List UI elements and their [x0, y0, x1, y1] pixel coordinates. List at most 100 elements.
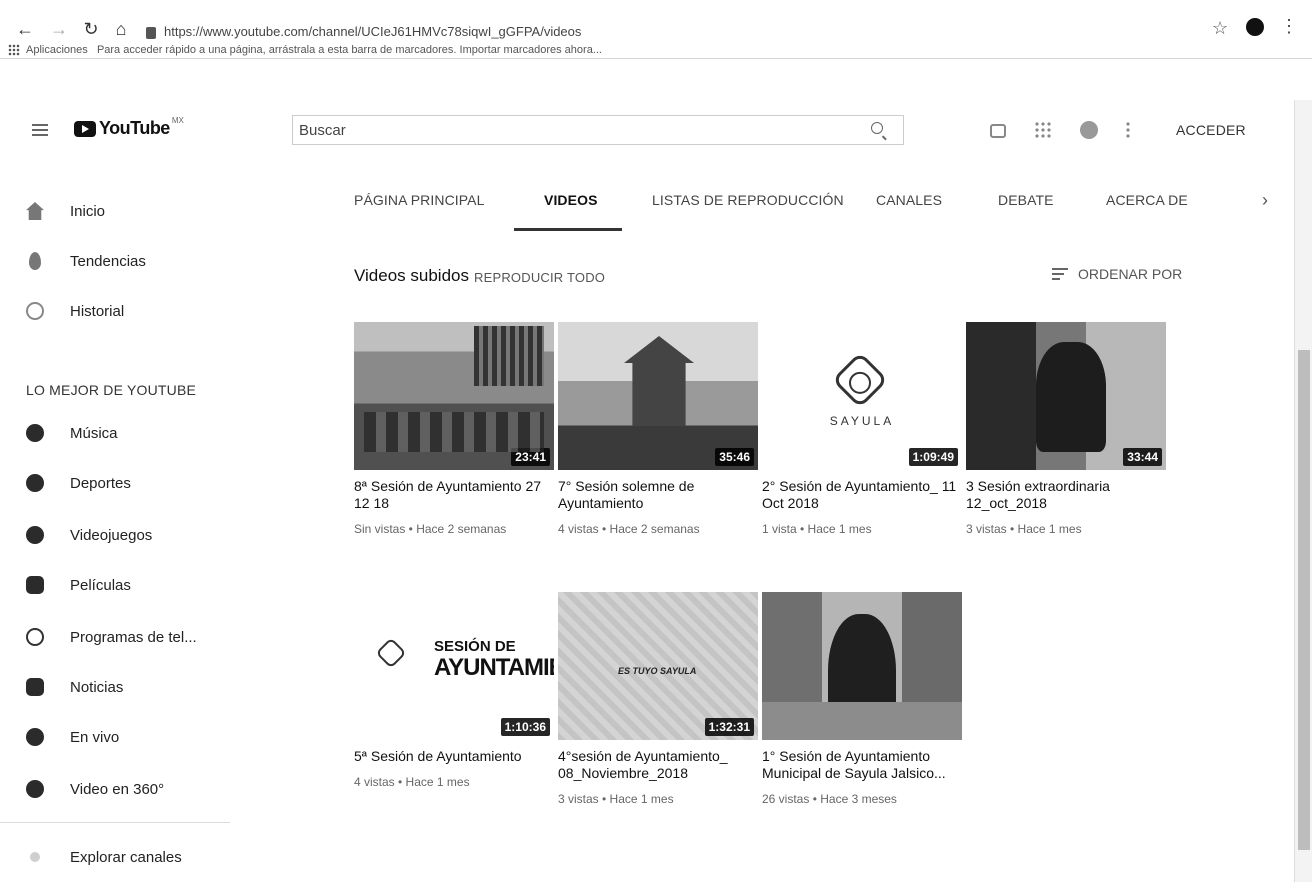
tab-about[interactable]: ACERCA DE — [1106, 192, 1188, 208]
upload-video-icon[interactable] — [990, 124, 1006, 138]
video-title[interactable]: 7° Sesión solemne de Ayuntamiento — [558, 478, 758, 512]
apps-icon[interactable] — [1034, 121, 1052, 139]
scrollbar-thumb[interactable] — [1298, 350, 1310, 850]
address-bar[interactable]: https://www.youtube.com/channel/UCIeJ61H… — [146, 20, 746, 44]
video-thumbnail[interactable]: 37:27 — [762, 592, 962, 740]
live-icon — [26, 728, 44, 746]
sidebar-item-live[interactable]: En vivo — [26, 720, 119, 754]
tab-discussion[interactable]: DEBATE — [998, 192, 1054, 208]
thumbnail-text: SAYULA — [829, 414, 895, 428]
sidebar-item-home[interactable]: Inicio — [26, 194, 105, 228]
video-title[interactable]: 2° Sesión de Ayuntamiento_ 11 Oct 2018 — [762, 478, 962, 512]
video-duration: 1:09:49 — [908, 448, 958, 466]
profile-avatar[interactable] — [1246, 18, 1264, 36]
video-title[interactable]: 4°sesión de Ayuntamiento_ 08_Noviembre_2… — [558, 748, 758, 782]
youtube-logo[interactable]: YouTube MX — [74, 116, 184, 139]
explore-icon — [30, 852, 40, 862]
video-thumbnail[interactable]: ES TUYO SAYULA 1:32:31 — [558, 592, 758, 740]
signin-button[interactable]: ACCEDER — [1176, 122, 1246, 138]
video-card[interactable]: 23:41 8ª Sesión de Ayuntamiento 27 12 18… — [354, 322, 554, 536]
bookmarks-hint: Para acceder rápido a una página, arrást… — [96, 44, 602, 56]
bookmark-star-icon[interactable]: ☆ — [1212, 18, 1228, 39]
video-title[interactable]: 5ª Sesión de Ayuntamiento — [354, 748, 554, 765]
video-card[interactable]: 33:44 3 Sesión extraordinaria 12_oct_201… — [966, 322, 1166, 536]
address-url: https://www.youtube.com/channel/UCIeJ61H… — [164, 24, 582, 39]
play-all-button[interactable]: REPRODUCIR TODO — [474, 270, 605, 285]
best-of-youtube-heading: LO MEJOR DE YOUTUBE — [26, 382, 197, 398]
video-duration: 1:10:36 — [500, 718, 550, 736]
video-card[interactable]: SAYULA 1:09:49 2° Sesión de Ayuntamiento… — [762, 322, 962, 536]
sidebar-item-news[interactable]: Noticias — [26, 670, 123, 704]
video-thumbnail[interactable]: 23:41 — [354, 322, 554, 470]
sidebar-item-label: En vivo — [70, 728, 120, 746]
sidebar-item-music[interactable]: Música — [26, 416, 118, 450]
section-title: Videos subidos — [354, 266, 469, 285]
tab-channels[interactable]: CANALES — [876, 192, 942, 208]
video-card[interactable]: 35:46 7° Sesión solemne de Ayuntamiento … — [558, 322, 758, 536]
sort-label: ORDENAR POR — [1078, 266, 1183, 282]
video-title[interactable]: 1° Sesión de Ayuntamiento Municipal de S… — [762, 748, 962, 782]
sidebar-item-history[interactable]: Historial — [26, 294, 124, 328]
sidebar-item-360[interactable]: Video en 360° — [26, 772, 164, 806]
video-thumbnail[interactable]: SESIÓN DE AYUNTAMIENTO 1:10:36 — [354, 592, 554, 740]
sidebar-item-gaming[interactable]: Videojuegos — [26, 518, 152, 552]
sort-button[interactable]: ORDENAR POR — [1052, 266, 1182, 282]
video-thumbnail[interactable]: 33:44 — [966, 322, 1166, 470]
sidebar-item-explore-channels[interactable]: Explorar canales — [26, 840, 182, 874]
video-title[interactable]: 8ª Sesión de Ayuntamiento 27 12 18 — [354, 478, 554, 512]
youtube-masthead: YouTube MX ACCEDER — [0, 100, 1312, 160]
video-thumbnail[interactable]: 35:46 — [558, 322, 758, 470]
tab-playlists[interactable]: LISTAS DE REPRODUCCIÓN — [652, 192, 844, 208]
sidebar-item-movies[interactable]: Películas — [26, 568, 131, 602]
guide-menu-icon[interactable] — [32, 124, 48, 136]
back-icon[interactable]: ← — [14, 18, 36, 40]
sidebar-item-tv[interactable]: Programas de tel... — [26, 620, 197, 654]
logo-region: MX — [171, 116, 184, 125]
tab-videos[interactable]: VIDEOS — [544, 192, 598, 208]
settings-dots-icon[interactable] — [1126, 121, 1130, 139]
home-icon — [26, 202, 44, 220]
bookmarks-apps-link[interactable]: Aplicaciones — [26, 44, 88, 56]
tv-icon — [26, 628, 44, 646]
video-duration: 23:41 — [511, 448, 550, 466]
sidebar-item-label: Programas de tel... — [70, 628, 197, 646]
sidebar-item-trending[interactable]: Tendencias — [26, 244, 146, 278]
video-card[interactable]: SESIÓN DE AYUNTAMIENTO 1:10:36 5ª Sesión… — [354, 592, 554, 789]
sidebar-item-label: Noticias — [70, 678, 124, 696]
sidebar-item-label: Historial — [70, 302, 125, 320]
thumbnail-text: AYUNTAMIENTO — [434, 654, 554, 681]
messages-icon[interactable] — [1080, 121, 1098, 139]
trending-icon — [29, 252, 41, 270]
forward-icon[interactable]: → — [48, 18, 70, 40]
video-duration: 35:46 — [715, 448, 754, 466]
video-duration: 1:32:31 — [704, 718, 754, 736]
sidebar-item-label: Video en 360° — [70, 780, 165, 798]
sidebar-item-label: Deportes — [70, 474, 131, 492]
sidebar-item-label: Inicio — [70, 202, 106, 220]
sidebar-item-sports[interactable]: Deportes — [26, 466, 131, 500]
bookmarks-bar: Aplicaciones Para acceder rápido a una p… — [8, 44, 602, 57]
video-card[interactable]: 37:27 1° Sesión de Ayuntamiento Municipa… — [762, 592, 962, 806]
news-icon — [26, 678, 44, 696]
youtube-play-icon — [74, 120, 96, 137]
video-title[interactable]: 3 Sesión extraordinaria 12_oct_2018 — [966, 478, 1166, 512]
page-scrollbar[interactable] — [1294, 100, 1312, 882]
video-meta: 26 vistas • Hace 3 meses — [762, 792, 897, 806]
search-box — [292, 115, 904, 145]
home-browser-icon[interactable]: ⌂ — [110, 18, 132, 40]
sidebar-item-label: Videojuegos — [70, 526, 153, 544]
sidebar-item-label: Música — [70, 424, 118, 442]
sidebar: Inicio Tendencias Historial LO MEJOR DE … — [0, 170, 230, 882]
video-card[interactable]: ES TUYO SAYULA 1:32:31 4°sesión de Ayunt… — [558, 592, 758, 806]
sidebar-item-label: Tendencias — [70, 252, 146, 270]
apps-grid-icon[interactable] — [8, 44, 20, 57]
video-thumbnail[interactable]: SAYULA 1:09:49 — [762, 322, 962, 470]
reload-icon[interactable]: ↻ — [80, 18, 102, 40]
video-meta: Sin vistas • Hace 2 semanas — [354, 522, 507, 536]
search-icon[interactable] — [871, 122, 883, 134]
tab-home[interactable]: PÁGINA PRINCIPAL — [354, 192, 485, 208]
browser-menu-icon[interactable]: ⋮ — [1280, 16, 1298, 37]
video-meta: 1 vista • Hace 1 mes — [762, 522, 872, 536]
tabs-next-chevron-icon[interactable]: › — [1262, 190, 1268, 211]
search-input[interactable] — [293, 116, 865, 144]
